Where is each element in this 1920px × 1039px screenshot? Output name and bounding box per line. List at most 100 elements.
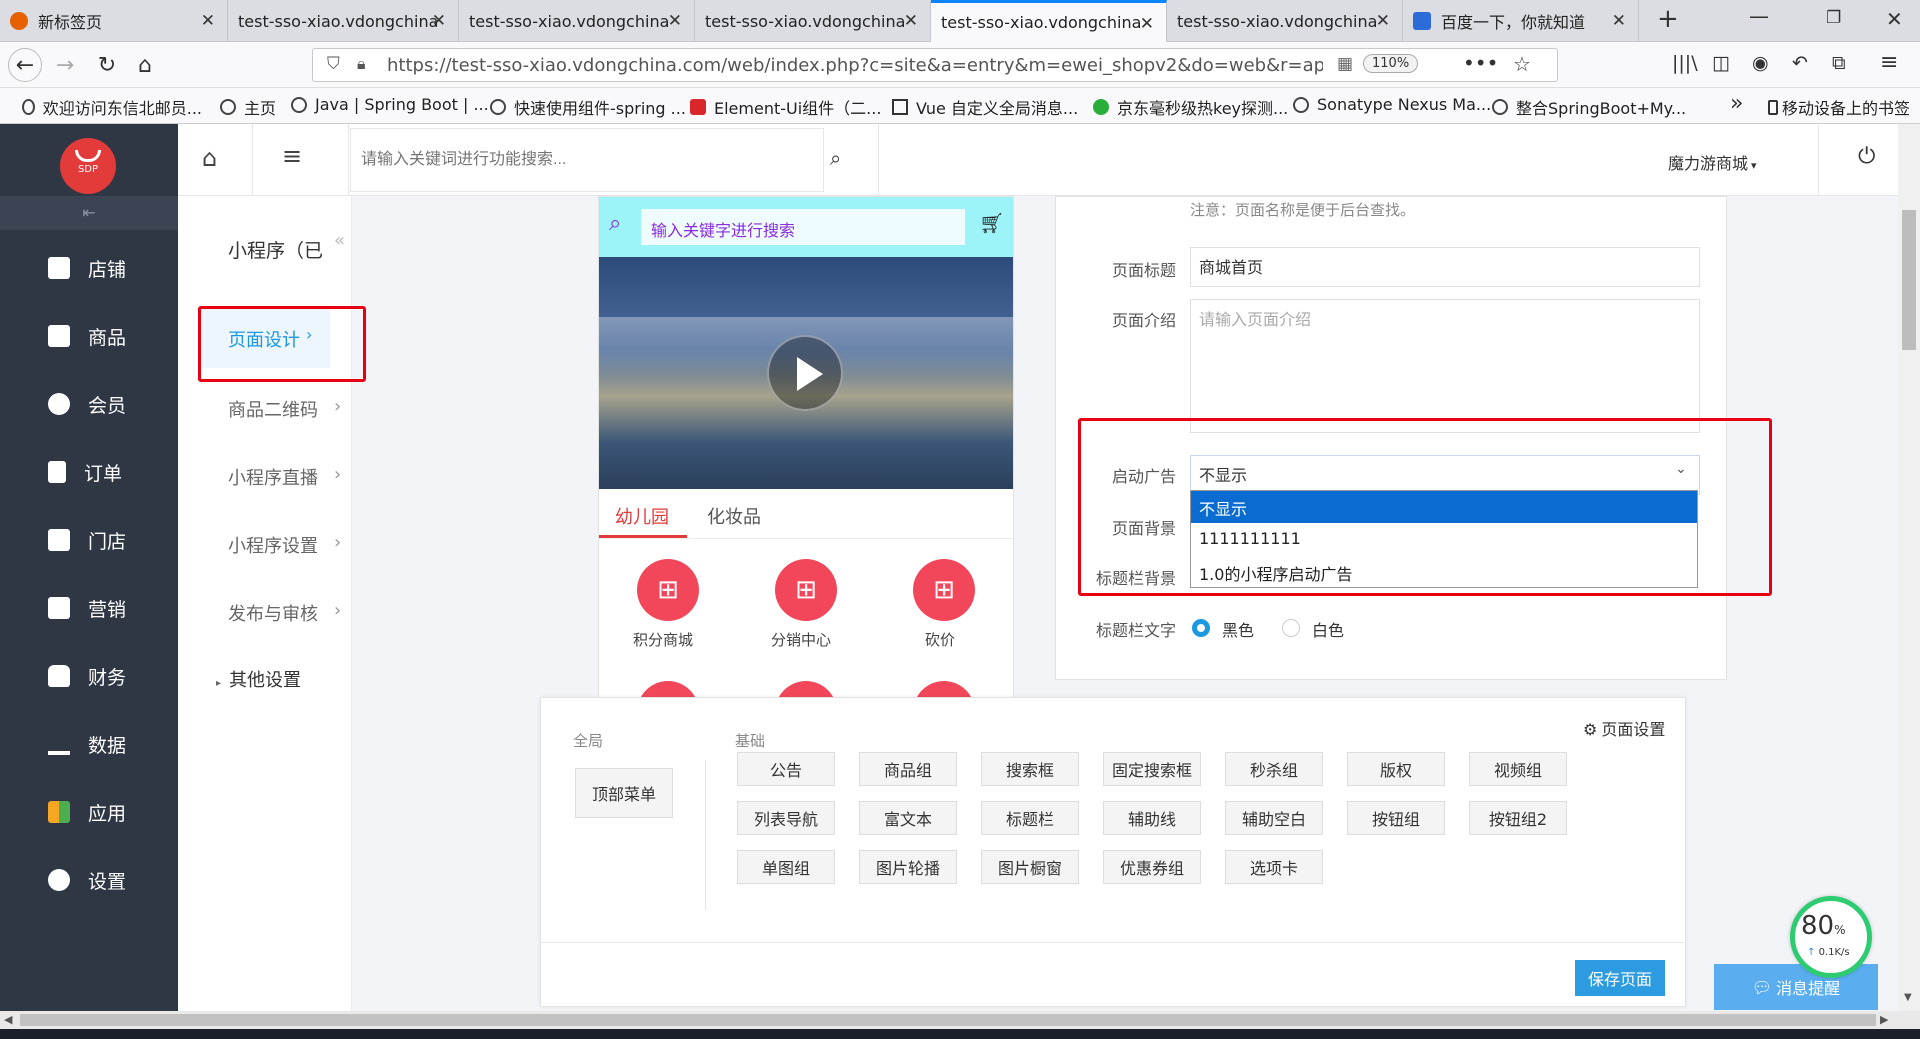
function-search-input[interactable] <box>350 128 824 192</box>
close-icon[interactable]: ✕ <box>668 11 682 31</box>
restore-icon[interactable]: ❐ <box>1826 8 1841 28</box>
widget-button[interactable]: 标题栏 <box>981 801 1079 835</box>
browser-tab[interactable]: test-sso-xiao.vdongchina.c ✕ <box>1167 0 1403 42</box>
sidebar-item-shop[interactable]: 店铺 <box>0 238 178 298</box>
sidebar-item-data[interactable]: 数据 <box>0 714 178 774</box>
phone-tab[interactable]: 幼儿园 <box>615 503 669 529</box>
submenu-item-live[interactable]: 小程序直播 › <box>228 464 348 490</box>
forward-icon[interactable]: → <box>48 48 82 82</box>
widget-button[interactable]: 秒杀组 <box>1225 752 1323 786</box>
widget-button[interactable]: 固定搜索框 <box>1103 752 1201 786</box>
speed-indicator[interactable]: 80% ↑ 0.1K/s <box>1790 896 1872 978</box>
sidebar-item-finance[interactable]: 财务 <box>0 646 178 706</box>
search-icon[interactable]: ⌕ <box>830 146 841 170</box>
sidebar-item-marketing[interactable]: 营销 <box>0 578 178 638</box>
reload-icon[interactable]: ↻ <box>90 48 124 82</box>
horizontal-scrollbar[interactable]: ◀ ▶ <box>0 1011 1920 1029</box>
zoom-indicator[interactable]: 110% <box>1363 54 1419 73</box>
widget-button[interactable]: 图片轮播 <box>859 850 957 884</box>
close-icon[interactable]: ✕ <box>904 11 918 31</box>
chevron-double-right-icon[interactable]: » <box>1730 91 1743 116</box>
close-icon[interactable]: ✕ <box>1612 11 1626 31</box>
page-title-input[interactable]: 商城首页 <box>1190 247 1700 287</box>
browser-tab[interactable]: 百度一下，你就知道 ✕ <box>1403 0 1639 42</box>
home-icon[interactable]: ⌂ <box>202 144 217 172</box>
shop-switcher[interactable]: 魔力游商城 ▾ <box>1668 150 1757 174</box>
power-icon[interactable]: ⏻ <box>1858 144 1875 169</box>
window-close-icon[interactable]: ✕ <box>1886 7 1903 31</box>
sidebar-item-apps[interactable]: 应用 <box>0 782 178 842</box>
bookmark-item[interactable]: 整合SpringBoot+My... <box>1492 95 1686 119</box>
scroll-down-icon[interactable]: ▼ <box>1904 992 1912 1003</box>
scroll-left-icon[interactable]: ◀ <box>4 1013 12 1026</box>
browser-tab[interactable]: 新标签页 ✕ <box>0 0 228 42</box>
collapse-submenu-icon[interactable]: « <box>334 230 345 251</box>
widget-button[interactable]: 辅助空白 <box>1225 801 1323 835</box>
bookmark-item[interactable]: 京东毫秒级热key探测... <box>1093 95 1288 119</box>
undo-icon[interactable]: ↶ <box>1792 52 1808 74</box>
bookmark-item[interactable]: Vue 自定义全局消息... <box>892 95 1078 119</box>
sidebar-item-member[interactable]: 会员 <box>0 374 178 434</box>
phone-search-input[interactable]: 输入关键字进行搜索 <box>641 209 965 245</box>
grid-icon[interactable]: ⊞ <box>913 559 975 621</box>
browser-tab-active[interactable]: test-sso-xiao.vdongchina.c ✕ <box>931 0 1167 42</box>
bookmark-item[interactable]: 快速使用组件-spring ... <box>490 95 686 119</box>
bookmark-item[interactable]: Sonatype Nexus Ma... <box>1293 95 1491 114</box>
radio-checked[interactable] <box>1192 619 1210 637</box>
mobile-bookmarks[interactable]: 移动设备上的书签 <box>1768 95 1910 119</box>
url-bar[interactable]: ⛉ 🔒︎ https://test-sso-xiao.vdongchina.co… <box>312 48 1558 82</box>
scroll-thumb[interactable] <box>20 1014 1876 1026</box>
submenu-item-qrcode[interactable]: 商品二维码 › <box>228 396 348 422</box>
grid-icon[interactable]: ⊞ <box>775 559 837 621</box>
grid-icon[interactable]: ⊞ <box>637 559 699 621</box>
sidebar-item-orders[interactable]: 订单 <box>0 442 178 502</box>
submenu-item-publish[interactable]: 发布与审核 › <box>228 600 348 626</box>
home-icon[interactable]: ⌂ <box>128 48 162 82</box>
account-icon[interactable]: ◉ <box>1752 52 1769 74</box>
scroll-right-icon[interactable]: ▶ <box>1880 1013 1888 1026</box>
vertical-scrollbar[interactable]: ▼ <box>1898 124 1920 1011</box>
submenu-item-other[interactable]: ▸ 其他设置 <box>216 666 301 692</box>
widget-button[interactable]: 单图组 <box>737 850 835 884</box>
close-icon[interactable]: ✕ <box>432 11 446 31</box>
save-page-button[interactable]: 保存页面 <box>1575 960 1665 996</box>
bookmark-item[interactable]: 欢迎访问东信北邮员... <box>22 95 202 119</box>
bookmark-item[interactable]: Element-Ui组件（二... <box>690 95 881 119</box>
widget-button[interactable]: 列表导航 <box>737 801 835 835</box>
logo[interactable]: SDP <box>60 138 116 194</box>
crop-icon[interactable]: ⧉ <box>1832 52 1846 74</box>
sidebar-item-goods[interactable]: 商品 <box>0 306 178 366</box>
widget-button[interactable]: 富文本 <box>859 801 957 835</box>
widget-button[interactable]: 图片橱窗 <box>981 850 1079 884</box>
widget-button[interactable]: 按钮组2 <box>1469 801 1567 835</box>
widget-button[interactable]: 商品组 <box>859 752 957 786</box>
qr-icon[interactable]: ▦ <box>1337 54 1353 74</box>
sidebar-icon[interactable]: ◫ <box>1712 52 1730 74</box>
close-icon[interactable]: ✕ <box>1140 14 1154 34</box>
page-intro-textarea[interactable]: 请输入页面介绍 <box>1190 299 1700 433</box>
star-icon[interactable]: ☆ <box>1513 52 1531 76</box>
back-icon[interactable]: ← <box>8 48 42 82</box>
page-settings-link[interactable]: ⚙ 页面设置 <box>1583 716 1665 740</box>
minimize-icon[interactable]: — <box>1749 4 1769 28</box>
bookmark-item[interactable]: Java | Spring Boot | ... <box>291 95 489 114</box>
browser-tab[interactable]: test-sso-xiao.vdongchina.c ✕ <box>459 0 695 42</box>
sidebar-item-settings[interactable]: 设置 <box>0 850 178 910</box>
cart-icon[interactable]: 🛒︎ <box>979 211 1004 235</box>
phone-tab[interactable]: 化妆品 <box>707 503 761 529</box>
collapse-icon[interactable]: ⇤ <box>0 196 178 230</box>
library-icon[interactable]: |||\ <box>1672 52 1698 74</box>
play-button[interactable] <box>767 335 843 411</box>
close-icon[interactable]: ✕ <box>201 11 215 31</box>
submenu-item-settings[interactable]: 小程序设置 › <box>228 532 348 558</box>
widget-button[interactable]: 优惠券组 <box>1103 850 1201 884</box>
close-icon[interactable]: ✕ <box>1376 11 1390 31</box>
widget-button[interactable]: 版权 <box>1347 752 1445 786</box>
widget-button[interactable]: 视频组 <box>1469 752 1567 786</box>
widget-button[interactable]: 按钮组 <box>1347 801 1445 835</box>
widget-button[interactable]: 辅助线 <box>1103 801 1201 835</box>
menu-icon[interactable]: ≡ <box>1880 50 1898 75</box>
hamburger-icon[interactable]: ≡ <box>282 142 302 170</box>
more-icon[interactable]: ••• <box>1463 51 1498 75</box>
widget-top-menu[interactable]: 顶部菜单 <box>575 768 673 818</box>
